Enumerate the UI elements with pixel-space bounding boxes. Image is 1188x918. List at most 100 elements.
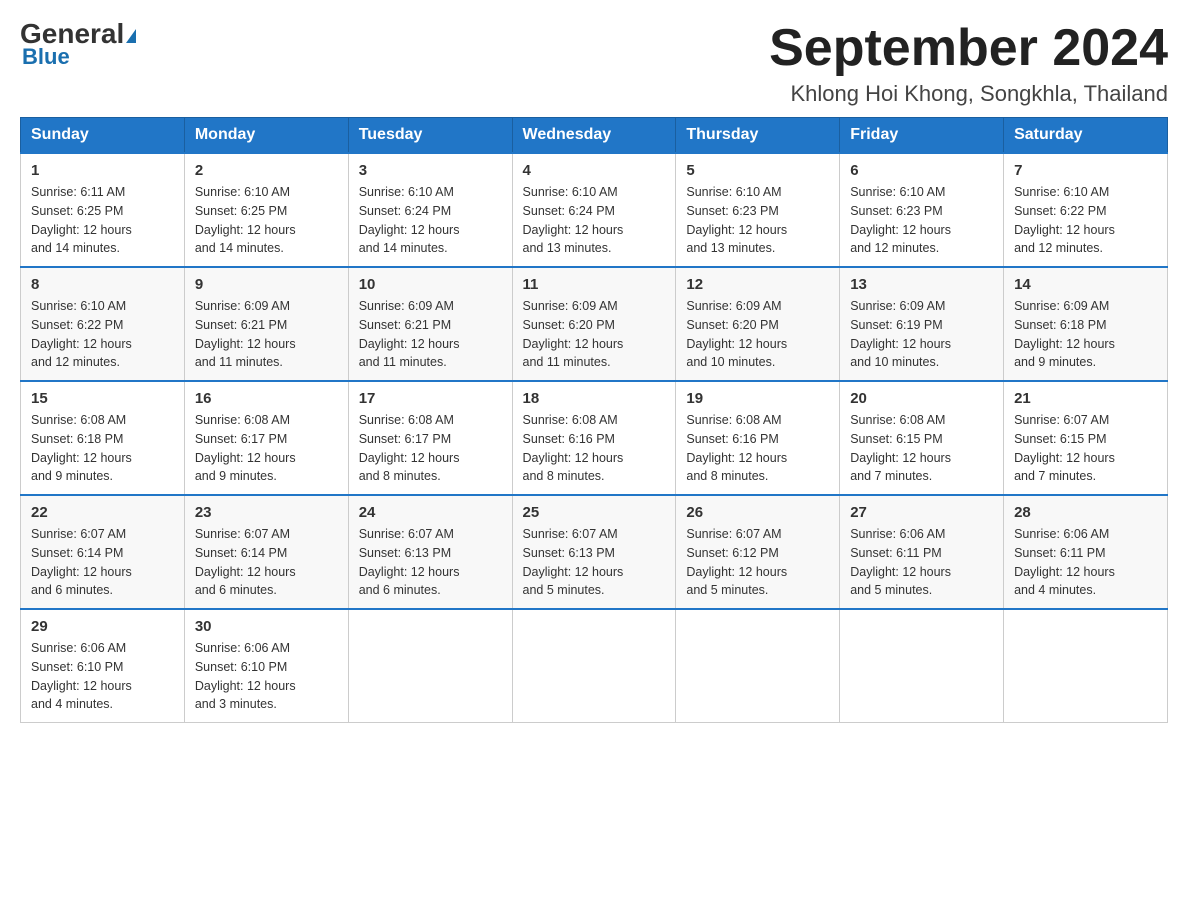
day-number: 4 — [523, 162, 666, 179]
day-cell: 26 Sunrise: 6:07 AMSunset: 6:12 PMDayligh… — [676, 495, 840, 609]
day-cell: 20 Sunrise: 6:08 AMSunset: 6:15 PMDayligh… — [840, 381, 1004, 495]
day-info: Sunrise: 6:06 AMSunset: 6:10 PMDaylight:… — [195, 639, 338, 714]
day-number: 9 — [195, 276, 338, 293]
day-info: Sunrise: 6:09 AMSunset: 6:20 PMDaylight:… — [523, 297, 666, 372]
logo-triangle-icon — [126, 29, 136, 43]
calendar-table: Sunday Monday Tuesday Wednesday Thursday… — [20, 117, 1168, 723]
day-number: 12 — [686, 276, 829, 293]
page-header: General Blue September 2024 Khlong Hoi K… — [20, 20, 1168, 107]
day-number: 8 — [31, 276, 174, 293]
day-number: 10 — [359, 276, 502, 293]
day-cell: 9Sunrise: 6:09 AMSunset: 6:21 PMDaylight… — [184, 267, 348, 381]
day-number: 28 — [1014, 504, 1157, 521]
day-number: 27 — [850, 504, 993, 521]
day-info: Sunrise: 6:08 AMSunset: 6:15 PMDaylight:… — [850, 411, 993, 486]
day-cell — [512, 609, 676, 723]
header-thursday: Thursday — [676, 118, 840, 154]
day-cell: 4 Sunrise: 6:10 AMSunset: 6:24 PMDaylight… — [512, 153, 676, 267]
day-cell: 11 Sunrise: 6:09 AMSunset: 6:20 PMDayligh… — [512, 267, 676, 381]
day-cell — [1004, 609, 1168, 723]
day-info: Sunrise: 6:07 AMSunset: 6:14 PMDaylight:… — [31, 525, 174, 600]
day-number: 25 — [523, 504, 666, 521]
day-cell: 12 Sunrise: 6:09 AMSunset: 6:20 PMDayligh… — [676, 267, 840, 381]
day-number: 21 — [1014, 390, 1157, 407]
day-number: 30 — [195, 618, 338, 635]
day-cell: 24 Sunrise: 6:07 AMSunset: 6:13 PMDayligh… — [348, 495, 512, 609]
day-cell: 21 Sunrise: 6:07 AMSunset: 6:15 PMDayligh… — [1004, 381, 1168, 495]
day-info: Sunrise: 6:10 AMSunset: 6:24 PMDaylight:… — [523, 183, 666, 258]
day-cell: 13Sunrise: 6:09 AMSunset: 6:19 PMDayligh… — [840, 267, 1004, 381]
weekday-header-row: Sunday Monday Tuesday Wednesday Thursday… — [21, 118, 1168, 154]
day-cell: 2 Sunrise: 6:10 AMSunset: 6:25 PMDaylight… — [184, 153, 348, 267]
day-cell: 15 Sunrise: 6:08 AMSunset: 6:18 PMDayligh… — [21, 381, 185, 495]
day-cell: 28Sunrise: 6:06 AMSunset: 6:11 PMDayligh… — [1004, 495, 1168, 609]
day-number: 24 — [359, 504, 502, 521]
header-sunday: Sunday — [21, 118, 185, 154]
day-cell — [840, 609, 1004, 723]
day-info: Sunrise: 6:07 AMSunset: 6:13 PMDaylight:… — [523, 525, 666, 600]
day-info: Sunrise: 6:07 AMSunset: 6:13 PMDaylight:… — [359, 525, 502, 600]
day-number: 3 — [359, 162, 502, 179]
day-info: Sunrise: 6:10 AMSunset: 6:24 PMDaylight:… — [359, 183, 502, 258]
day-info: Sunrise: 6:10 AMSunset: 6:23 PMDaylight:… — [686, 183, 829, 258]
day-info: Sunrise: 6:09 AMSunset: 6:18 PMDaylight:… — [1014, 297, 1157, 372]
header-monday: Monday — [184, 118, 348, 154]
day-info: Sunrise: 6:10 AMSunset: 6:22 PMDaylight:… — [31, 297, 174, 372]
day-number: 20 — [850, 390, 993, 407]
day-cell: 18 Sunrise: 6:08 AMSunset: 6:16 PMDayligh… — [512, 381, 676, 495]
day-cell: 27 Sunrise: 6:06 AMSunset: 6:11 PMDayligh… — [840, 495, 1004, 609]
location: Khlong Hoi Khong, Songkhla, Thailand — [769, 81, 1168, 107]
header-friday: Friday — [840, 118, 1004, 154]
day-number: 22 — [31, 504, 174, 521]
title-area: September 2024 Khlong Hoi Khong, Songkhl… — [769, 20, 1168, 107]
day-number: 14 — [1014, 276, 1157, 293]
day-info: Sunrise: 6:07 AMSunset: 6:14 PMDaylight:… — [195, 525, 338, 600]
logo-line2: Blue — [20, 44, 70, 70]
day-info: Sunrise: 6:07 AMSunset: 6:15 PMDaylight:… — [1014, 411, 1157, 486]
day-cell: 22 Sunrise: 6:07 AMSunset: 6:14 PMDayligh… — [21, 495, 185, 609]
day-info: Sunrise: 6:09 AMSunset: 6:20 PMDaylight:… — [686, 297, 829, 372]
header-saturday: Saturday — [1004, 118, 1168, 154]
day-info: Sunrise: 6:08 AMSunset: 6:16 PMDaylight:… — [686, 411, 829, 486]
day-number: 26 — [686, 504, 829, 521]
day-number: 1 — [31, 162, 174, 179]
day-info: Sunrise: 6:08 AMSunset: 6:17 PMDaylight:… — [195, 411, 338, 486]
week-row-3: 15 Sunrise: 6:08 AMSunset: 6:18 PMDayligh… — [21, 381, 1168, 495]
day-number: 17 — [359, 390, 502, 407]
day-info: Sunrise: 6:10 AMSunset: 6:23 PMDaylight:… — [850, 183, 993, 258]
day-number: 13 — [850, 276, 993, 293]
day-number: 11 — [523, 276, 666, 293]
day-number: 6 — [850, 162, 993, 179]
day-number: 7 — [1014, 162, 1157, 179]
day-number: 2 — [195, 162, 338, 179]
day-cell: 6 Sunrise: 6:10 AMSunset: 6:23 PMDaylight… — [840, 153, 1004, 267]
day-cell: 23 Sunrise: 6:07 AMSunset: 6:14 PMDayligh… — [184, 495, 348, 609]
day-info: Sunrise: 6:08 AMSunset: 6:18 PMDaylight:… — [31, 411, 174, 486]
day-cell: 19Sunrise: 6:08 AMSunset: 6:16 PMDayligh… — [676, 381, 840, 495]
day-number: 5 — [686, 162, 829, 179]
day-cell: 10 Sunrise: 6:09 AMSunset: 6:21 PMDayligh… — [348, 267, 512, 381]
day-cell: 16Sunrise: 6:08 AMSunset: 6:17 PMDayligh… — [184, 381, 348, 495]
day-cell: 5 Sunrise: 6:10 AMSunset: 6:23 PMDaylight… — [676, 153, 840, 267]
day-cell: 8 Sunrise: 6:10 AMSunset: 6:22 PMDaylight… — [21, 267, 185, 381]
day-cell: 29Sunrise: 6:06 AMSunset: 6:10 PMDayligh… — [21, 609, 185, 723]
header-tuesday: Tuesday — [348, 118, 512, 154]
day-cell — [676, 609, 840, 723]
day-info: Sunrise: 6:06 AMSunset: 6:10 PMDaylight:… — [31, 639, 174, 714]
day-cell: 14 Sunrise: 6:09 AMSunset: 6:18 PMDayligh… — [1004, 267, 1168, 381]
day-cell: 25 Sunrise: 6:07 AMSunset: 6:13 PMDayligh… — [512, 495, 676, 609]
day-info: Sunrise: 6:08 AMSunset: 6:16 PMDaylight:… — [523, 411, 666, 486]
day-cell: 3 Sunrise: 6:10 AMSunset: 6:24 PMDaylight… — [348, 153, 512, 267]
day-cell: 30 Sunrise: 6:06 AMSunset: 6:10 PMDayligh… — [184, 609, 348, 723]
day-info: Sunrise: 6:09 AMSunset: 6:21 PMDaylight:… — [359, 297, 502, 372]
day-cell: 17Sunrise: 6:08 AMSunset: 6:17 PMDayligh… — [348, 381, 512, 495]
header-wednesday: Wednesday — [512, 118, 676, 154]
day-cell: 7Sunrise: 6:10 AMSunset: 6:22 PMDaylight… — [1004, 153, 1168, 267]
day-number: 18 — [523, 390, 666, 407]
day-number: 23 — [195, 504, 338, 521]
day-info: Sunrise: 6:07 AMSunset: 6:12 PMDaylight:… — [686, 525, 829, 600]
day-info: Sunrise: 6:06 AMSunset: 6:11 PMDaylight:… — [850, 525, 993, 600]
day-info: Sunrise: 6:11 AMSunset: 6:25 PMDaylight:… — [31, 183, 174, 258]
day-number: 15 — [31, 390, 174, 407]
day-info: Sunrise: 6:10 AMSunset: 6:25 PMDaylight:… — [195, 183, 338, 258]
